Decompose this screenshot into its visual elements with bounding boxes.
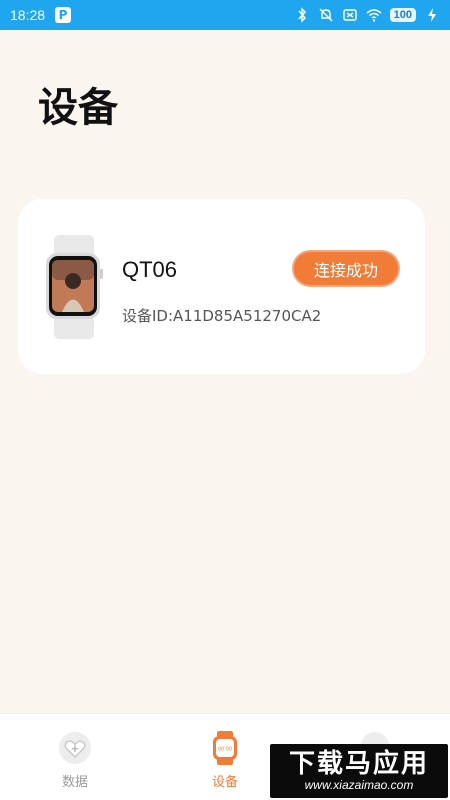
nav-item-data[interactable]: 数据	[40, 731, 110, 790]
device-name: QT06	[122, 257, 178, 282]
page-title: 设备	[38, 85, 118, 131]
watch-icon: 00:00	[213, 731, 237, 765]
wifi-icon	[366, 9, 382, 22]
smartwatch-icon	[46, 235, 103, 339]
watermark-main: 下载马应用	[288, 749, 429, 779]
watermark: 下载马应用 www.xiazaimao.com	[270, 744, 448, 798]
device-id: 设备ID:A11D85A51270CA2	[122, 307, 322, 325]
battery-indicator: 100	[389, 8, 416, 22]
nav-item-device[interactable]: 00:00 设备	[190, 731, 260, 790]
device-card[interactable]: QT06 设备ID:A11D85A51270CA2 连接成功	[18, 199, 425, 374]
mute-icon	[319, 8, 333, 22]
status-time: 18:28	[10, 7, 46, 23]
heart-plus-icon	[59, 732, 91, 764]
nav-label-data: 数据	[61, 775, 88, 790]
bluetooth-icon	[298, 7, 306, 23]
svg-text:00:00: 00:00	[218, 747, 232, 753]
watermark-url: www.xiazaimao.com	[304, 778, 414, 792]
sim-off-icon	[342, 9, 357, 21]
nav-label-device: 设备	[211, 775, 238, 790]
app-notification-icon: P	[55, 7, 72, 23]
status-bar: 18:28 P 100	[0, 0, 450, 30]
connection-status-button[interactable]: 连接成功	[292, 250, 400, 287]
status-left: 18:28 P	[10, 7, 72, 23]
charging-icon	[428, 8, 436, 22]
status-right: 100	[294, 7, 440, 23]
